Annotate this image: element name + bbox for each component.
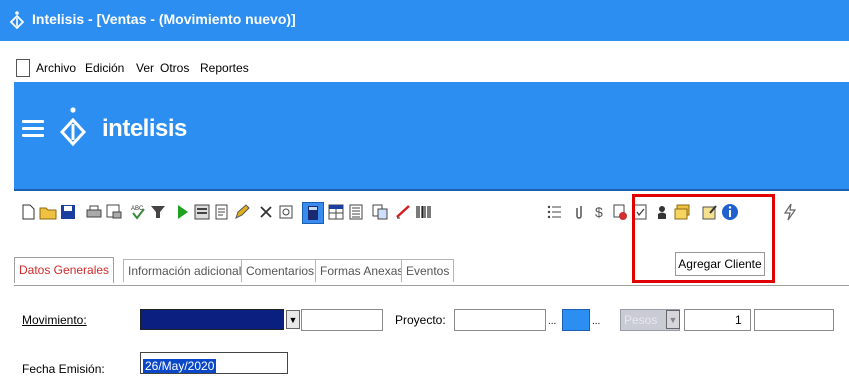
app-logo-icon bbox=[9, 11, 25, 30]
print-icon[interactable] bbox=[84, 202, 104, 222]
menu-bar: Archivo Edición Ver Otros Reportes bbox=[0, 56, 849, 82]
print-preview-icon[interactable] bbox=[104, 202, 124, 222]
calculator-icon[interactable] bbox=[302, 202, 324, 224]
form-icon[interactable] bbox=[192, 202, 212, 222]
moneda-value: Pesos bbox=[624, 313, 658, 327]
play-icon[interactable] bbox=[172, 202, 192, 222]
menu-archivo[interactable]: Archivo bbox=[36, 61, 76, 75]
tab-formas-anexas[interactable]: Formas Anexas bbox=[315, 259, 409, 282]
fecha-emision-value: 26/May/2020 bbox=[143, 359, 217, 373]
list-icon[interactable] bbox=[346, 202, 366, 222]
hamburger-menu-icon[interactable] bbox=[22, 120, 44, 138]
moneda-dropdown-button[interactable]: ▼ bbox=[666, 310, 680, 329]
proyecto-label: Proyecto: bbox=[395, 313, 446, 327]
report-icon[interactable] bbox=[212, 202, 232, 222]
window-title: Intelisis - [Ventas - (Movimiento nuevo)… bbox=[32, 11, 296, 27]
tipo-cambio-value: 1 bbox=[735, 313, 742, 327]
movimiento-select[interactable] bbox=[140, 309, 284, 330]
brand-name: intelisis bbox=[102, 115, 187, 142]
signature-icon[interactable] bbox=[394, 202, 414, 222]
tooltip: Agregar Cliente bbox=[675, 252, 765, 276]
menu-reportes[interactable]: Reportes bbox=[200, 61, 249, 75]
color-browse-button[interactable]: ... bbox=[592, 316, 600, 327]
grid-icon[interactable] bbox=[326, 202, 346, 222]
proyecto-input[interactable] bbox=[454, 309, 546, 331]
barcode-icon[interactable] bbox=[414, 202, 434, 222]
tab-comentarios[interactable]: Comentarios bbox=[241, 259, 320, 282]
save-icon[interactable] bbox=[58, 202, 78, 222]
new-icon[interactable] bbox=[18, 202, 38, 222]
svg-text:$: $ bbox=[595, 204, 603, 220]
menu-edicion[interactable]: Edición bbox=[85, 61, 124, 75]
fecha-emision-field[interactable]: 26/May/2020 bbox=[140, 352, 288, 374]
open-folder-icon[interactable] bbox=[38, 202, 58, 222]
edit-icon[interactable] bbox=[232, 202, 252, 222]
movimiento-label: Movimiento: bbox=[22, 313, 87, 327]
tipo-cambio-field[interactable]: 1 bbox=[684, 309, 751, 331]
lightning-icon[interactable] bbox=[780, 202, 800, 222]
brand-logo-icon bbox=[59, 107, 87, 147]
form-panel: Movimiento: ▼ Proyecto: ... ... Pesos ▼ … bbox=[14, 286, 849, 376]
window-titlebar: Intelisis - [Ventas - (Movimiento nuevo)… bbox=[0, 0, 849, 41]
tab-informacion-adicional[interactable]: Información adicional bbox=[123, 259, 247, 282]
copy-icon[interactable] bbox=[370, 202, 390, 222]
movimiento-dropdown-button[interactable]: ▼ bbox=[286, 310, 300, 329]
fecha-emision-label: Fecha Emisión: bbox=[22, 362, 105, 376]
tab-eventos[interactable]: Eventos bbox=[401, 259, 455, 282]
document-stamp-icon[interactable] bbox=[610, 202, 630, 222]
dollar-icon[interactable]: $ bbox=[590, 202, 610, 222]
proyecto-browse-button[interactable]: ... bbox=[548, 316, 556, 327]
extra-field[interactable] bbox=[754, 309, 834, 331]
spell-check-icon[interactable]: ABC bbox=[128, 202, 148, 222]
color-field[interactable] bbox=[562, 309, 590, 331]
delete-icon[interactable] bbox=[256, 202, 276, 222]
paperclip-icon[interactable] bbox=[570, 202, 590, 222]
document-icon[interactable] bbox=[16, 59, 30, 77]
filter-icon[interactable] bbox=[148, 202, 168, 222]
menu-ver[interactable]: Ver bbox=[136, 61, 154, 75]
bullet-list-icon[interactable] bbox=[544, 202, 564, 222]
menu-otros[interactable]: Otros bbox=[160, 61, 189, 75]
attachment-view-icon[interactable] bbox=[276, 202, 296, 222]
tab-datos-generales[interactable]: Datos Generales bbox=[14, 257, 115, 283]
movimiento-number-field[interactable] bbox=[301, 309, 383, 331]
banner-bottom-strip bbox=[14, 182, 849, 191]
header-banner: intelisis bbox=[14, 82, 849, 182]
